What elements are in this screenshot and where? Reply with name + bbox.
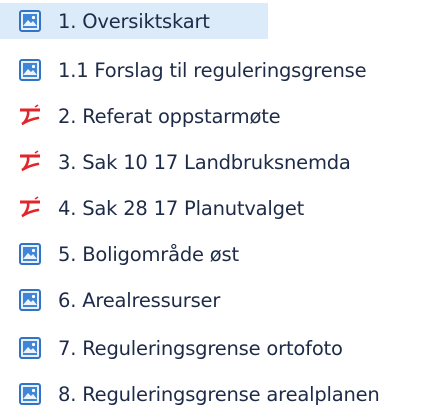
file-label: 4. Sak 28 17 Planutvalget <box>58 196 305 220</box>
image-file-icon <box>17 8 43 34</box>
image-file-icon <box>17 335 43 361</box>
file-label: 6. Arealressurser <box>58 288 221 312</box>
file-label: 7. Reguleringsgrense ortofoto <box>58 336 343 360</box>
file-item-boligomrade-ost[interactable]: 5. Boligområde øst <box>0 236 443 272</box>
file-label: 8. Reguleringsgrense arealplanen <box>58 382 380 406</box>
file-item-forslag-reguleringsgrense[interactable]: 1.1 Forslag til reguleringsgrense <box>0 52 443 88</box>
file-label: 3. Sak 10 17 Landbruksnemda <box>58 150 351 174</box>
file-item-arealressurser[interactable]: 6. Arealressurser <box>0 282 443 318</box>
image-file-icon <box>17 287 43 313</box>
image-file-icon <box>17 57 43 83</box>
file-label: 1.1 Forslag til reguleringsgrense <box>58 58 367 82</box>
pdf-file-icon <box>17 103 43 129</box>
pdf-file-icon <box>17 195 43 221</box>
file-item-sak-landbruksnemda[interactable]: 3. Sak 10 17 Landbruksnemda <box>0 144 443 180</box>
file-label: 2. Referat oppstarmøte <box>58 104 281 128</box>
image-file-icon <box>17 241 43 267</box>
file-label: 1. Oversiktskart <box>58 9 210 33</box>
file-item-oversiktskart[interactable]: 1. Oversiktskart <box>0 3 268 39</box>
pdf-file-icon <box>17 149 43 175</box>
image-file-icon <box>17 381 43 407</box>
file-item-referat-oppstarmote[interactable]: 2. Referat oppstarmøte <box>0 98 443 134</box>
file-item-reguleringsgrense-arealplanen[interactable]: 8. Reguleringsgrense arealplanen <box>0 376 443 412</box>
file-item-sak-planutvalget[interactable]: 4. Sak 28 17 Planutvalget <box>0 190 443 226</box>
file-label: 5. Boligområde øst <box>58 242 239 266</box>
file-item-reguleringsgrense-ortofoto[interactable]: 7. Reguleringsgrense ortofoto <box>0 330 443 366</box>
file-list: 1. Oversiktskart 1.1 Forslag til reguler… <box>0 0 443 417</box>
